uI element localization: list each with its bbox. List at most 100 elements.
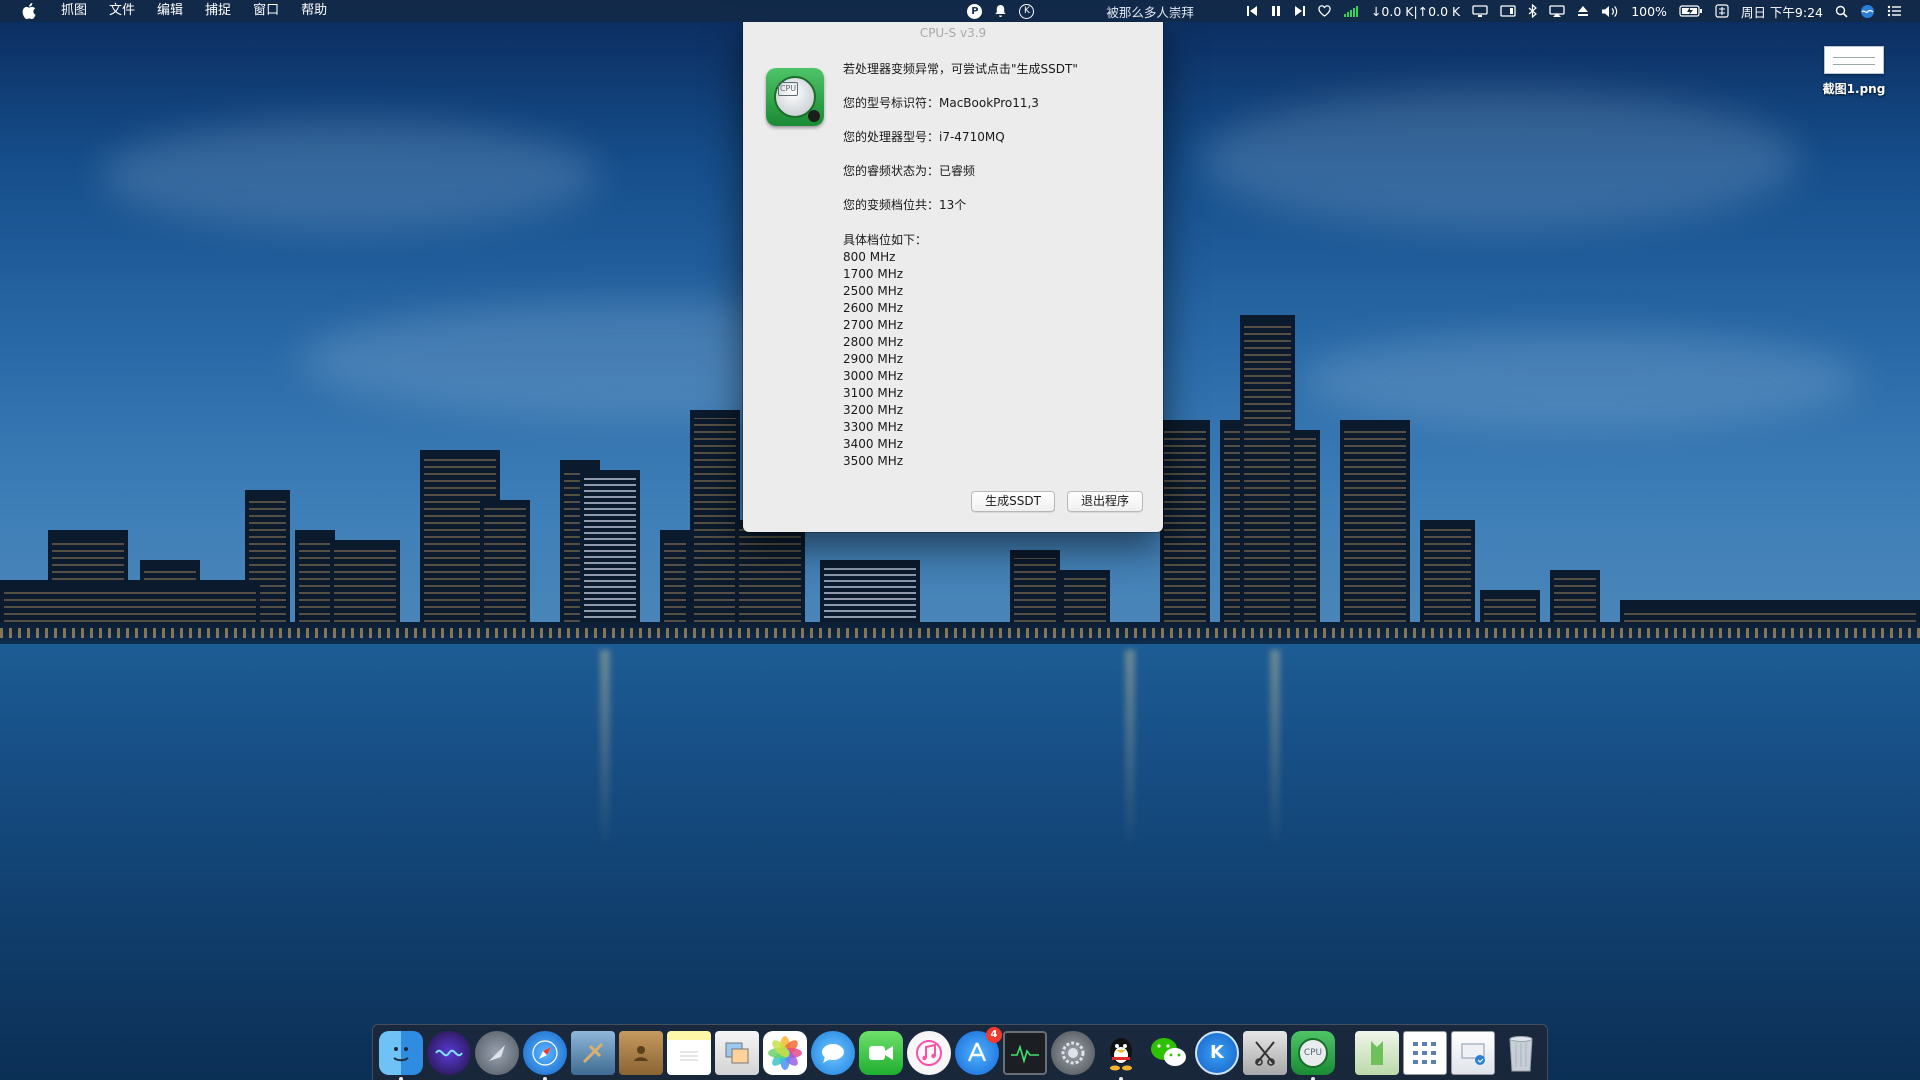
frequency-item: 2800 MHz: [843, 335, 904, 349]
skyline-building: [690, 410, 740, 640]
running-indicator: [399, 1076, 403, 1080]
dock-messages-icon[interactable]: [811, 1030, 855, 1075]
dock-finder-icon[interactable]: [379, 1030, 423, 1080]
cpu-s-app-icon: CPU: [766, 68, 824, 126]
dock-k-app-icon[interactable]: K: [1195, 1030, 1239, 1075]
turbo-status: 您的睿频状态为：已睿频: [843, 164, 976, 178]
bell-icon[interactable]: [994, 3, 1007, 19]
running-indicator: [543, 1076, 547, 1080]
skyline-building: [1340, 420, 1410, 640]
cpu-chip-icon: CPU: [778, 82, 798, 96]
dock-qq-icon[interactable]: [1099, 1031, 1143, 1080]
frequency-item: 3100 MHz: [843, 386, 904, 400]
wallpaper-cloud: [1200, 90, 1800, 230]
skyline-building: [1160, 420, 1210, 640]
dock-siri-icon[interactable]: [427, 1030, 471, 1075]
menu-file[interactable]: 文件: [98, 0, 146, 22]
apple-menu-icon[interactable]: [22, 3, 36, 20]
notification-center-icon[interactable]: [1887, 3, 1902, 19]
wallpaper-water: [0, 640, 1920, 1080]
dock-downloads-stack-icon[interactable]: [1451, 1030, 1495, 1075]
dock-preview-icon[interactable]: [715, 1030, 759, 1075]
dock-safari-icon[interactable]: [523, 1030, 567, 1080]
dock-folder-stack-icon[interactable]: [1355, 1030, 1399, 1075]
dock-app-store-icon[interactable]: 4: [955, 1026, 1002, 1075]
water-reflection: [1125, 650, 1135, 850]
dock-trash-icon[interactable]: [1499, 1031, 1543, 1075]
screen-icon[interactable]: [1500, 3, 1516, 19]
dock-mail-icon[interactable]: [571, 1030, 615, 1075]
menu-help[interactable]: 帮助: [290, 0, 338, 22]
frequency-item: 3300 MHz: [843, 420, 904, 434]
dock-cpu-s-icon[interactable]: CPU: [1291, 1030, 1335, 1080]
pause-icon[interactable]: [1270, 3, 1282, 19]
battery-charging-icon[interactable]: [1679, 3, 1703, 19]
app-store-update-badge: 4: [986, 1026, 1002, 1043]
dock-documents-stack-icon[interactable]: [1403, 1030, 1447, 1075]
skyline-building: [580, 470, 640, 640]
cpu-s-dock-label: CPU: [1298, 1037, 1328, 1068]
p-status-icon[interactable]: P: [967, 3, 983, 19]
wallpaper-cloud: [100, 120, 600, 230]
dock: 4 K CPU: [372, 1024, 1548, 1080]
running-indicator: [1311, 1076, 1315, 1080]
dock-notes-icon[interactable]: [667, 1030, 711, 1075]
water-reflection: [600, 650, 610, 850]
airplay-icon[interactable]: [1549, 3, 1565, 19]
eject-icon[interactable]: [1577, 3, 1589, 19]
desktop-file-name: 截图1.png: [1822, 82, 1886, 96]
input-method-icon[interactable]: [1715, 3, 1729, 19]
frequency-item: 3200 MHz: [843, 403, 904, 417]
bluetooth-icon[interactable]: [1528, 3, 1538, 19]
heart-icon[interactable]: [1318, 3, 1331, 19]
display-mirror-icon[interactable]: [1472, 3, 1488, 19]
spotlight-search-icon[interactable]: [1835, 3, 1848, 19]
running-indicator: [1119, 1076, 1123, 1080]
wallpaper-cloud: [1300, 330, 1860, 430]
frequency-list-header: 具体档位如下：: [843, 233, 928, 247]
previous-track-icon[interactable]: [1246, 3, 1258, 19]
dock-contacts-icon[interactable]: [619, 1030, 663, 1075]
signal-bars-icon[interactable]: [1343, 3, 1359, 19]
k-player-icon[interactable]: K: [1019, 3, 1035, 19]
dock-launchpad-icon[interactable]: [475, 1030, 519, 1075]
menu-capture[interactable]: 捕捉: [194, 0, 242, 22]
processor-model: 您的处理器型号：i7-4710MQ: [843, 130, 1005, 144]
dock-facetime-icon[interactable]: [859, 1030, 903, 1075]
dock-system-preferences-icon[interactable]: [1051, 1030, 1095, 1075]
menu-window[interactable]: 窗口: [242, 0, 290, 22]
now-playing-song[interactable]: 被那么多人崇拜: [1106, 2, 1194, 21]
siri-icon[interactable]: [1860, 3, 1875, 19]
frequency-item: 2500 MHz: [843, 284, 904, 298]
quit-app-button[interactable]: 退出程序: [1066, 491, 1143, 512]
frequency-item: 3000 MHz: [843, 369, 904, 383]
dock-wechat-icon[interactable]: [1147, 1031, 1191, 1075]
menu-edit[interactable]: 编辑: [146, 0, 194, 22]
dialog-title: CPU-S v3.9: [919, 26, 987, 40]
dock-photos-icon[interactable]: [763, 1030, 807, 1075]
dialog-buttons: 生成SSDT 退出程序: [971, 491, 1143, 512]
network-speed[interactable]: ↓0.0 K|↑0.0 K: [1371, 4, 1460, 19]
volume-icon[interactable]: [1601, 3, 1619, 19]
dock-itunes-icon[interactable]: [907, 1030, 951, 1075]
desktop-file-screenshot[interactable]: 截图1.png: [1818, 46, 1890, 97]
dock-activity-monitor-icon[interactable]: [1003, 1030, 1047, 1075]
generate-ssdt-button[interactable]: 生成SSDT: [971, 491, 1055, 512]
skyline-building: [480, 500, 530, 640]
dialog-content: 若处理器变频异常，可尝试点击"生成SSDT" 您的型号标识符：MacBookPr…: [843, 62, 1153, 470]
file-thumbnail: [1824, 46, 1884, 74]
frequency-item: 2700 MHz: [843, 318, 904, 332]
next-track-icon[interactable]: [1294, 3, 1306, 19]
cpu-s-dialog: CPU-S v3.9 CPU 若处理器变频异常，可尝试点击"生成SSDT" 您的…: [743, 22, 1163, 532]
menu-bar: 抓图 文件 编辑 捕捉 窗口 帮助 P K 被那么多人崇拜 ↓0.0 K|↑0.…: [0, 0, 1920, 22]
water-reflection: [1270, 650, 1280, 850]
menubar-clock[interactable]: 周日 下午9:24: [1741, 2, 1823, 21]
frequency-item: 1700 MHz: [843, 267, 904, 281]
wallpaper-shore-lights: [0, 628, 1920, 638]
menu-capture-app[interactable]: 抓图: [50, 0, 98, 22]
frequency-item: 800 MHz: [843, 250, 896, 264]
frequency-item: 3500 MHz: [843, 454, 904, 468]
frequency-item: 2900 MHz: [843, 352, 904, 366]
dock-screenshot-tool-icon[interactable]: [1243, 1030, 1287, 1075]
battery-percent[interactable]: 100%: [1631, 4, 1667, 19]
